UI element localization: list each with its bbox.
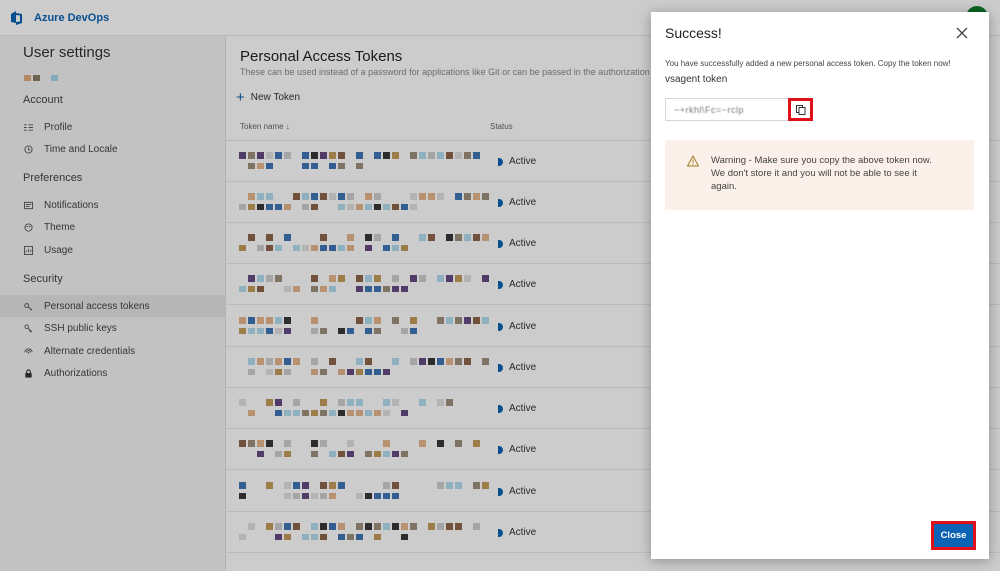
dialog-message: You have successfully added a new person… bbox=[665, 59, 951, 68]
token-value: ~+rkhl\Fc=~rclp bbox=[674, 104, 745, 115]
close-button[interactable]: Close bbox=[931, 521, 976, 550]
close-icon[interactable] bbox=[955, 26, 971, 42]
warning-line-3: again. bbox=[711, 181, 737, 192]
success-dialog: Success! You have successfully added a n… bbox=[651, 12, 989, 559]
dialog-title: Success! bbox=[665, 25, 722, 41]
warning-line-1: Warning - Make sure you copy the above t… bbox=[711, 155, 932, 166]
warning-line-2: We don't store it and you will not be ab… bbox=[711, 168, 918, 179]
copy-icon bbox=[795, 104, 805, 115]
warning-icon bbox=[687, 155, 699, 167]
copy-token-button[interactable] bbox=[788, 98, 813, 121]
token-name: vsagent token bbox=[665, 74, 728, 85]
warning-message: Warning - Make sure you copy the above t… bbox=[665, 140, 974, 210]
